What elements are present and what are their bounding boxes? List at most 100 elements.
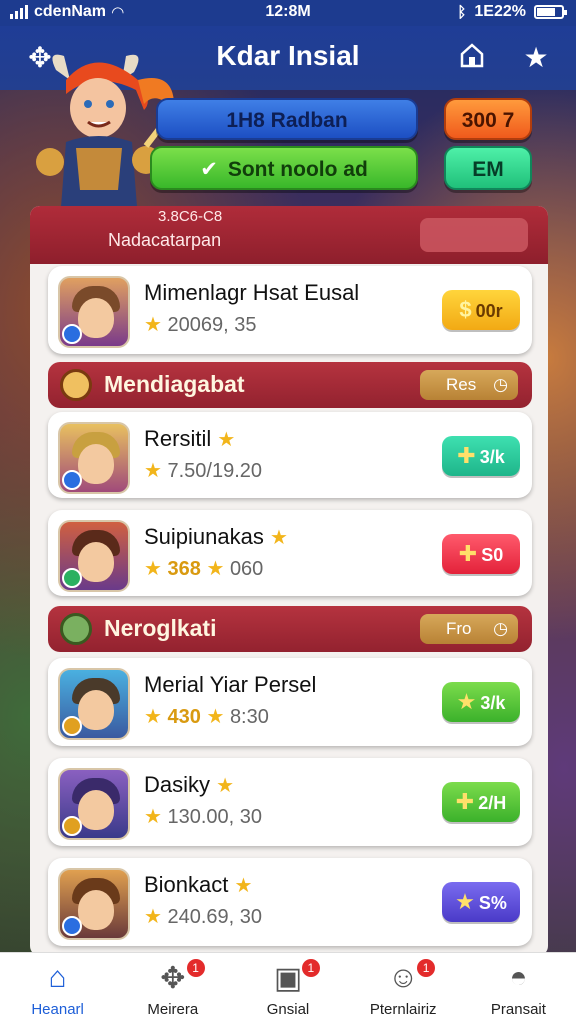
- tab-bag[interactable]: ▣ 1 Gnsial: [230, 953, 345, 1024]
- item-tag-value: 00r: [475, 301, 503, 321]
- gift-icon: ✚: [457, 443, 476, 468]
- status-bar: cdenNam ◠ 12:8M ᛒ 1E22%: [0, 0, 576, 26]
- profile-icon: ◓: [509, 961, 528, 994]
- star-icon: ★: [144, 558, 162, 580]
- item-stats: ★ 130.00, 30: [144, 804, 262, 829]
- hero-avatar: [58, 276, 130, 348]
- list-item[interactable]: Dasiky ★ ★ 130.00, 30 ✚ 2/H: [48, 758, 532, 846]
- notification-badge: 1: [301, 959, 320, 977]
- item-name: Merial Yiar Persel: [144, 672, 317, 697]
- item-name-text: Bionkact: [144, 872, 229, 897]
- hero-avatar: [58, 520, 130, 592]
- item-stats: ★ 7.50/19.20: [144, 458, 262, 483]
- list-item[interactable]: Bionkact ★ ★ 240.69, 30 ★ S%: [48, 858, 532, 946]
- panel-header-field[interactable]: [420, 218, 528, 252]
- home-icon[interactable]: [454, 40, 490, 76]
- bonus-icon: ✚: [458, 541, 478, 566]
- battery-percent: 1E22%: [474, 3, 526, 20]
- hero-teal-button[interactable]: EM: [444, 146, 532, 190]
- section-emblem-icon: [60, 369, 92, 401]
- star-icon: ★: [217, 429, 236, 451]
- item-name: Mimenlagr Hsat Eusal: [144, 280, 360, 305]
- star-icon[interactable]: ★: [518, 40, 554, 76]
- item-tag[interactable]: ★ S%: [442, 882, 520, 922]
- panel-header-line1: 3.8C6-C8: [158, 208, 223, 225]
- item-tag-value: 3/k: [479, 447, 505, 467]
- item-stats-a: 430: [167, 706, 201, 728]
- bluetooth-icon: ᛒ: [457, 3, 467, 21]
- home-icon: ⌂: [48, 961, 67, 994]
- item-stats-value: 240.69, 30: [167, 906, 263, 928]
- tab-puzzle[interactable]: ✥ 1 Meirera: [115, 953, 230, 1024]
- tab-label: Pransait: [490, 1001, 546, 1018]
- item-tag[interactable]: ✚ S0: [442, 534, 520, 574]
- item-name: Suipiunakas ★: [144, 524, 288, 550]
- hero-green-button[interactable]: ✔ Sont noolo ad: [150, 146, 418, 190]
- bag-icon: ▣: [273, 962, 303, 995]
- item-tag[interactable]: ★ 3/k: [442, 682, 520, 722]
- item-name: Rersitil ★: [144, 426, 235, 452]
- item-tag-value: 3/k: [480, 693, 506, 713]
- people-icon: ☺: [387, 961, 419, 994]
- section-header: Mendiagabat Res: [48, 362, 532, 408]
- puzzle-icon: ✥: [160, 962, 186, 995]
- panel-header-line2: Nadacatarpan: [108, 230, 222, 250]
- item-stats-value: 130.00, 30: [167, 806, 263, 828]
- battery-icon: [534, 5, 567, 19]
- item-stats-value: 20069, 35: [167, 314, 257, 336]
- item-name-text: Dasiky: [144, 772, 211, 797]
- tab-home[interactable]: ⌂ Heanarl: [0, 953, 115, 1024]
- star-icon: ★: [144, 314, 162, 336]
- tab-profile[interactable]: ◓ Pransait: [461, 953, 576, 1024]
- hero-avatar: [58, 868, 130, 940]
- tab-label: Gnsial: [266, 1001, 310, 1018]
- item-stats: ★ 368 ★ 060: [144, 556, 263, 581]
- coin-icon: $: [459, 297, 472, 322]
- section-button[interactable]: Res: [420, 370, 518, 400]
- item-tag-value: S0: [481, 545, 504, 565]
- tab-label: Meirera: [147, 1001, 199, 1018]
- tab-label: Pternlairiz: [369, 1001, 437, 1018]
- hero-avatar: [58, 768, 130, 840]
- item-name-text: Suipiunakas: [144, 524, 264, 549]
- star-icon: ★: [144, 806, 162, 828]
- item-stats: ★ 240.69, 30: [144, 904, 262, 929]
- item-name-text: Rersitil: [144, 426, 212, 451]
- panel-header: 3.8C6-C8 Nadacatarpan: [30, 206, 548, 264]
- star-icon: ★: [270, 527, 288, 549]
- section-emblem-icon: [60, 613, 92, 645]
- item-tag[interactable]: ✚ 2/H: [442, 782, 520, 822]
- tab-label: Heanarl: [31, 1001, 84, 1018]
- section-button[interactable]: Fro: [420, 614, 518, 644]
- item-stats: ★ 20069, 35: [144, 312, 256, 337]
- bottom-tab-bar: ⌂ Heanarl ✥ 1 Meirera ▣ 1 Gnsial ☺ 1 Pte…: [0, 952, 576, 1024]
- item-tag[interactable]: $00r: [442, 290, 520, 330]
- item-stats-a: 368: [167, 558, 201, 580]
- star-icon: ★: [206, 558, 225, 580]
- item-tag-value: 2/H: [478, 793, 507, 813]
- hero-avatar: [58, 668, 130, 740]
- tab-people[interactable]: ☺ 1 Pternlairiz: [346, 953, 461, 1024]
- notification-badge: 1: [186, 959, 205, 977]
- list-item[interactable]: Mimenlagr Hsat Eusal ★ 20069, 35 $00r: [48, 266, 532, 354]
- check-icon: ✔: [200, 158, 218, 181]
- list-item[interactable]: Merial Yiar Persel ★ 430 ★ 8:30 ★ 3/k: [48, 658, 532, 746]
- item-name: Bionkact ★: [144, 872, 252, 898]
- section-header: Neroglkati Fro: [48, 606, 532, 652]
- star-icon: ★: [144, 906, 162, 928]
- hero-avatar: [58, 422, 130, 494]
- star-icon: ★: [206, 706, 225, 728]
- list-item[interactable]: Rersitil ★ ★ 7.50/19.20 ✚ 3/k: [48, 412, 532, 498]
- item-stats-value: 7.50/19.20: [167, 460, 263, 482]
- item-stats-b: 8:30: [229, 706, 269, 728]
- notification-badge: 1: [417, 959, 436, 977]
- list-item[interactable]: Suipiunakas ★ ★ 368 ★ 060 ✚ S0: [48, 510, 532, 596]
- hero-orange-counter[interactable]: 300 7: [444, 98, 532, 140]
- item-stats-b: 060: [229, 558, 264, 580]
- item-tag[interactable]: ✚ 3/k: [442, 436, 520, 476]
- star-icon: ★: [216, 775, 235, 797]
- green-button-label: Sont noolo ad: [227, 158, 368, 181]
- hero-blue-banner[interactable]: 1H8 Radban: [156, 98, 418, 140]
- star-badge-icon: ★: [456, 689, 477, 714]
- section-title: Neroglkati: [104, 615, 217, 641]
